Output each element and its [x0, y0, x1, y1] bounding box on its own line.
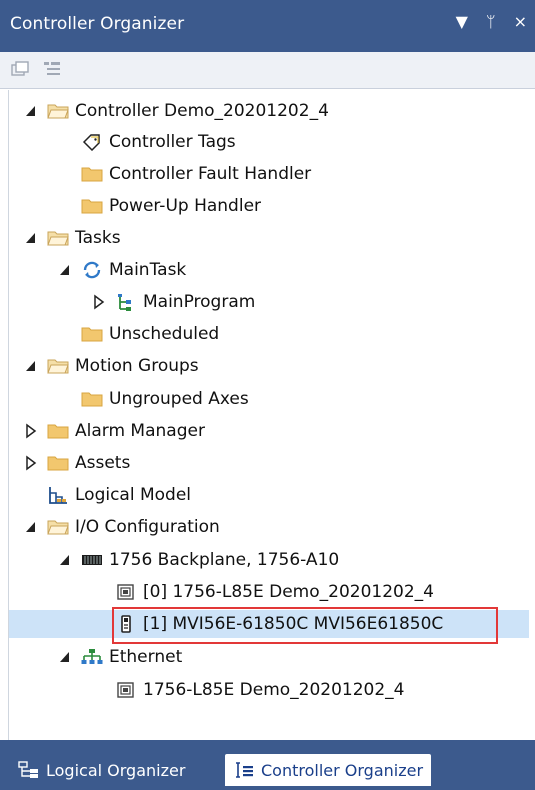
title-bar: Controller Organizer ▼ ᛘ × [0, 0, 535, 52]
tree-row-label: Power-Up Handler [109, 196, 262, 216]
window-title: Controller Organizer [10, 14, 185, 34]
collapse-all-icon[interactable] [10, 60, 30, 78]
controller-module-icon [115, 681, 137, 699]
tree-row-label: 1756 Backplane, 1756-A10 [109, 550, 340, 570]
controller-organizer-window: Controller Organizer ▼ ᛘ × Controller De… [0, 0, 535, 790]
task-icon [81, 261, 103, 279]
tree-row[interactable]: [0] 1756-L85E Demo_20201202_4 [9, 578, 529, 606]
tree-row[interactable]: Ungrouped Axes [9, 385, 529, 413]
expand-arrow-icon[interactable] [93, 294, 105, 310]
collapse-arrow-icon[interactable] [25, 103, 37, 119]
tree-row[interactable]: Power-Up Handler [9, 192, 529, 220]
tree-row-label: [1] MVI56E-61850C MVI56E61850C [143, 614, 444, 634]
tree-row-label: Assets [75, 453, 131, 473]
tree-row-label: Ethernet [109, 647, 183, 667]
bottom-tab-strip: Logical Organizer Controller Organizer [0, 740, 535, 790]
tree-row-label: Controller Demo_20201202_4 [75, 101, 329, 121]
collapse-arrow-icon[interactable] [59, 649, 71, 665]
tab-logical-organizer-label: Logical Organizer [46, 760, 186, 780]
tree-row[interactable]: Controller Fault Handler [9, 160, 529, 188]
tree-row-label: MainProgram [143, 292, 256, 312]
tab-logical-organizer[interactable]: Logical Organizer [10, 754, 193, 786]
tree-row[interactable]: 1756 Backplane, 1756-A10 [9, 546, 529, 574]
program-icon [115, 293, 137, 311]
tree-row-label: Alarm Manager [75, 421, 205, 441]
folder-open-icon [47, 357, 69, 375]
tab-controller-organizer[interactable]: Controller Organizer [225, 754, 432, 786]
tree-row-label: I/O Configuration [75, 517, 220, 537]
tree-row[interactable]: Unscheduled [9, 320, 529, 348]
tree-row-label: Ungrouped Axes [109, 389, 249, 409]
tree-row[interactable]: MainTask [9, 256, 529, 284]
tree-row[interactable]: Ethernet [9, 643, 529, 671]
folder-open-icon [47, 229, 69, 247]
tag-icon [81, 133, 103, 151]
tree-row[interactable]: MainProgram [9, 288, 529, 316]
tree-row-label: 1756-L85E Demo_20201202_4 [143, 680, 405, 700]
tree-row-label: Controller Fault Handler [109, 164, 312, 184]
logical-organizer-icon [18, 761, 38, 778]
logical-model-icon [47, 486, 69, 504]
folder-icon [47, 422, 69, 440]
organizer-tree[interactable]: Controller Demo_20201202_4 Controller Tag… [8, 90, 535, 740]
tree-row[interactable]: Controller Tags [9, 128, 529, 156]
collapse-arrow-icon[interactable] [59, 262, 71, 278]
folder-icon [81, 325, 103, 343]
tree-row-label: Controller Tags [109, 132, 236, 152]
window-controls: ▼ ᛘ × [456, 12, 527, 31]
controller-module-icon [115, 583, 137, 601]
tree-row-label: Motion Groups [75, 356, 199, 376]
folder-open-icon [47, 102, 69, 120]
collapse-arrow-icon[interactable] [25, 358, 37, 374]
backplane-icon [81, 551, 103, 569]
tree-row[interactable]: Motion Groups [9, 352, 529, 380]
dropdown-icon[interactable]: ▼ [456, 12, 468, 31]
collapse-arrow-icon[interactable] [59, 552, 71, 568]
tab-controller-organizer-label: Controller Organizer [261, 760, 424, 780]
tree-row[interactable]: Tasks [9, 224, 529, 252]
tree-row-label: Tasks [75, 228, 121, 248]
tree-row-label: [0] 1756-L85E Demo_20201202_4 [143, 582, 434, 602]
tree-row-label: Logical Model [75, 485, 192, 505]
tree-row-label: MainTask [109, 260, 187, 280]
io-module-icon [115, 615, 137, 633]
folder-icon [47, 454, 69, 472]
folder-icon [81, 165, 103, 183]
organizer-toolbar [0, 52, 535, 89]
tree-row[interactable]: I/O Configuration [9, 513, 529, 541]
tree-row[interactable]: Logical Model [9, 481, 529, 509]
controller-organizer-icon [236, 762, 253, 778]
view-list-icon[interactable] [42, 60, 62, 78]
expand-arrow-icon[interactable] [25, 455, 37, 471]
folder-icon [81, 390, 103, 408]
tree-row-label: Unscheduled [109, 324, 220, 344]
tree-row[interactable]: [1] MVI56E-61850C MVI56E61850C [9, 610, 529, 638]
network-icon [81, 648, 103, 666]
folder-icon [81, 197, 103, 215]
collapse-arrow-icon[interactable] [25, 519, 37, 535]
tree-row[interactable]: Controller Demo_20201202_4 [9, 97, 529, 125]
folder-open-icon [47, 518, 69, 536]
collapse-arrow-icon[interactable] [25, 230, 37, 246]
tree-row[interactable]: Assets [9, 449, 529, 477]
tree-row[interactable]: 1756-L85E Demo_20201202_4 [9, 676, 529, 704]
pin-icon[interactable]: ᛘ [486, 12, 496, 31]
expand-arrow-icon[interactable] [25, 423, 37, 439]
close-icon[interactable]: × [514, 12, 527, 31]
tree-row[interactable]: Alarm Manager [9, 417, 529, 445]
